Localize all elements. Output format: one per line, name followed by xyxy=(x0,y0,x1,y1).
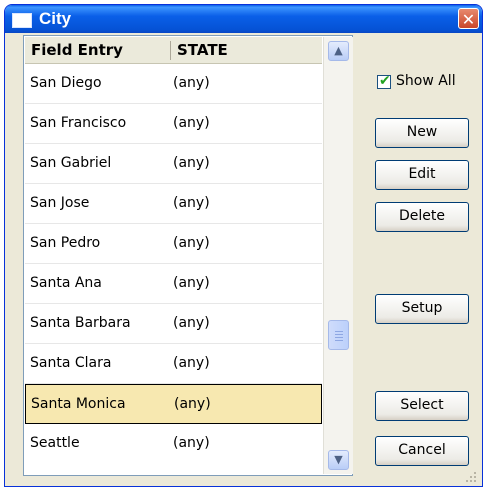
row-state: (any) xyxy=(173,75,210,91)
row-field: San Francisco xyxy=(30,115,127,131)
scroll-thumb[interactable] xyxy=(328,320,349,350)
window-title: City xyxy=(39,9,72,28)
row-state: (any) xyxy=(173,115,210,131)
row-field: San Diego xyxy=(30,75,102,91)
thumb-grip xyxy=(335,331,343,332)
window-icon xyxy=(12,13,32,28)
city-list[interactable]: Field Entry STATE San Diego (any) San Fr… xyxy=(23,35,353,476)
row-field: Seattle xyxy=(30,435,80,451)
row-state: (any) xyxy=(173,435,210,451)
setup-button[interactable]: Setup xyxy=(375,294,469,324)
row-state: (any) xyxy=(173,355,210,371)
table-row[interactable]: Seattle (any) xyxy=(25,424,322,473)
thumb-grip xyxy=(335,340,343,341)
show-all-label[interactable]: Show All xyxy=(396,73,456,89)
chevron-up-icon: ▲ xyxy=(334,44,343,57)
city-dialog: City ✕ Field Entry STATE San Diego (any)… xyxy=(4,4,483,487)
column-header-state[interactable]: STATE xyxy=(177,37,228,63)
table-row[interactable]: San Pedro (any) xyxy=(25,224,322,264)
scroll-down-button[interactable]: ▼ xyxy=(328,450,349,470)
table-row-selected[interactable]: Santa Monica (any) xyxy=(25,384,322,424)
row-state: (any) xyxy=(173,275,210,291)
row-field: Santa Monica xyxy=(31,396,126,412)
table-row[interactable]: San Gabriel (any) xyxy=(25,144,322,184)
row-state: (any) xyxy=(173,195,210,211)
table-row[interactable]: San Francisco (any) xyxy=(25,104,322,144)
row-state: (any) xyxy=(173,315,210,331)
table-row[interactable]: San Jose (any) xyxy=(25,184,322,224)
row-field: Santa Ana xyxy=(30,275,102,291)
cancel-button[interactable]: Cancel xyxy=(375,436,469,466)
column-divider[interactable] xyxy=(170,41,171,60)
table-row[interactable]: Santa Barbara (any) xyxy=(25,304,322,344)
chevron-down-icon: ▼ xyxy=(334,453,343,466)
row-field: San Gabriel xyxy=(30,155,112,171)
row-state: (any) xyxy=(174,396,211,412)
vertical-scrollbar[interactable]: ▲ ▼ xyxy=(323,37,353,474)
close-icon: ✕ xyxy=(461,10,476,29)
resize-grip[interactable] xyxy=(464,470,476,482)
row-field: San Pedro xyxy=(30,235,101,251)
thumb-grip xyxy=(335,334,343,335)
delete-button[interactable]: Delete xyxy=(375,202,469,232)
row-field: Santa Clara xyxy=(30,355,112,371)
row-field: Santa Barbara xyxy=(30,315,131,331)
thumb-grip xyxy=(335,337,343,338)
checkmark-icon: ✔ xyxy=(379,73,391,89)
edit-button[interactable]: Edit xyxy=(375,160,469,190)
column-header-field-entry[interactable]: Field Entry xyxy=(31,37,123,63)
select-button[interactable]: Select xyxy=(375,391,469,421)
table-row[interactable]: Santa Clara (any) xyxy=(25,344,322,384)
row-field: San Jose xyxy=(30,195,90,211)
table-row[interactable]: Santa Ana (any) xyxy=(25,264,322,304)
new-button[interactable]: New xyxy=(375,118,469,148)
scroll-up-button[interactable]: ▲ xyxy=(328,41,349,61)
table-row[interactable]: San Diego (any) xyxy=(25,64,322,104)
close-button[interactable]: ✕ xyxy=(458,8,479,29)
row-state: (any) xyxy=(173,155,210,171)
checkbox-box[interactable]: ✔ xyxy=(377,73,391,89)
row-state: (any) xyxy=(173,235,210,251)
title-bar[interactable]: City ✕ xyxy=(5,5,482,33)
list-header: Field Entry STATE xyxy=(25,37,322,64)
